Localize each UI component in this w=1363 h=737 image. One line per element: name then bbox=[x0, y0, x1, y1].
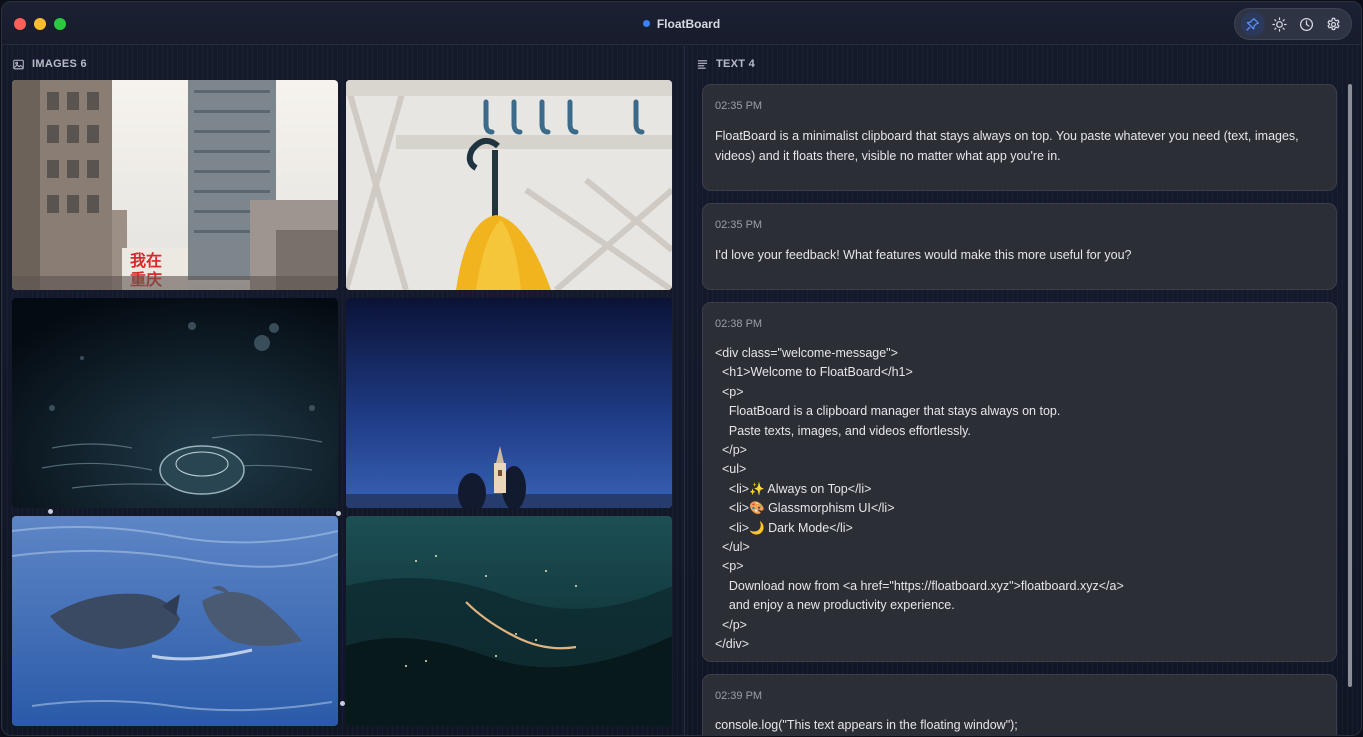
image-thumb-water[interactable] bbox=[12, 298, 338, 508]
history-button[interactable] bbox=[1295, 12, 1319, 36]
images-header: IMAGES 6 bbox=[13, 58, 87, 70]
window-title-area: FloatBoard bbox=[2, 17, 1361, 31]
image-icon bbox=[13, 59, 24, 69]
pin-icon bbox=[1246, 17, 1259, 31]
theme-button[interactable] bbox=[1268, 12, 1292, 36]
sun-icon bbox=[1272, 16, 1287, 32]
texts-header: TEXT 4 bbox=[697, 58, 755, 70]
decor-dot bbox=[340, 701, 345, 706]
card-content: console.log("This text appears in the fl… bbox=[715, 718, 1018, 732]
image-thumb-dolphins[interactable] bbox=[12, 516, 338, 726]
decor-dot bbox=[336, 511, 341, 516]
text-card[interactable]: 02:35 PM FloatBoard is a minimalist clip… bbox=[702, 84, 1337, 191]
clock-icon bbox=[1299, 17, 1314, 31]
text-card[interactable]: 02:39 PM console.log("This text appears … bbox=[702, 674, 1337, 735]
images-panel: IMAGES 6 我在 bbox=[2, 46, 684, 735]
card-timestamp: 02:38 PM bbox=[715, 318, 763, 330]
texts-count-label: TEXT 4 bbox=[716, 58, 756, 70]
card-timestamp: 02:35 PM bbox=[715, 100, 763, 112]
decor-dot bbox=[48, 509, 53, 514]
image-thumb-night-road[interactable] bbox=[346, 516, 672, 726]
pin-button[interactable] bbox=[1240, 12, 1265, 36]
text-card[interactable]: 02:38 PM <div class="welcome-message"> <… bbox=[702, 302, 1337, 662]
card-content: I'd love your feedback! What features wo… bbox=[715, 248, 1132, 262]
text-lines-icon bbox=[697, 59, 708, 69]
image-thumb-city[interactable]: 我在 重庆 bbox=[12, 80, 338, 290]
scrollbar[interactable] bbox=[1348, 84, 1352, 687]
card-timestamp: 02:35 PM bbox=[715, 219, 763, 231]
city-street-photo: 我在 重庆 bbox=[12, 80, 338, 290]
dolphins-photo bbox=[12, 516, 338, 726]
text-card[interactable]: 02:35 PM I'd love your feedback! What fe… bbox=[702, 203, 1337, 290]
umbrella-photo bbox=[346, 80, 672, 290]
image-thumb-umbrella[interactable] bbox=[346, 80, 672, 290]
title-bar: FloatBoard bbox=[2, 2, 1361, 45]
window-title: FloatBoard bbox=[656, 17, 721, 31]
settings-button[interactable] bbox=[1322, 12, 1346, 36]
image-thumb-church[interactable] bbox=[346, 298, 672, 508]
gear-icon bbox=[1327, 17, 1340, 30]
card-content: <div class="welcome-message"> <h1>Welcom… bbox=[715, 346, 1124, 652]
status-dot bbox=[642, 20, 650, 27]
images-count-label: IMAGES 6 bbox=[32, 58, 87, 70]
church-night-photo bbox=[346, 298, 672, 508]
app-window: FloatBoard IMAGES 6 我在 TEXT 4 02:35 PM F… bbox=[1, 1, 1362, 736]
night-road-photo bbox=[346, 516, 672, 726]
card-content: FloatBoard is a minimalist clipboard tha… bbox=[715, 129, 1303, 163]
texts-panel: TEXT 4 02:35 PM FloatBoard is a minimali… bbox=[685, 46, 1361, 735]
toolbar bbox=[1234, 8, 1352, 40]
water-droplet-photo bbox=[12, 298, 338, 508]
card-timestamp: 02:39 PM bbox=[715, 690, 763, 702]
svg-text:我在: 我在 bbox=[130, 251, 162, 270]
